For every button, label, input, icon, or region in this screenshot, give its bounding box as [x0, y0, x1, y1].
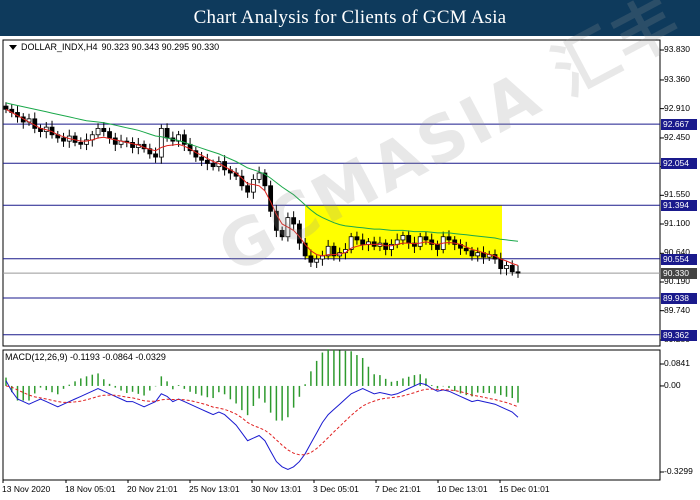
macd-indicator-label: MACD(12,26,9) -0.1193 -0.0864 -0.0329: [5, 352, 166, 362]
page-title: Chart Analysis for Clients of GCM Asia: [193, 7, 507, 28]
candle-body: [354, 236, 360, 241]
candle-body: [475, 252, 481, 257]
time-axis-label: 25 Nov 13:01: [189, 484, 240, 494]
candle-body: [296, 223, 302, 244]
candle-body: [417, 236, 423, 247]
symbol-name: DOLLAR_INDX,H4: [21, 42, 98, 52]
dropdown-triangle-icon[interactable]: [9, 44, 17, 50]
chart-header: Chart Analysis for Clients of GCM Asia: [0, 0, 700, 36]
level-badge: 92.667: [661, 119, 697, 131]
candle-body: [435, 243, 440, 250]
time-axis-label: 13 Nov 2020: [2, 484, 51, 494]
macd-panel-frame: [2, 349, 661, 481]
time-axis-label: 18 Nov 05:01: [65, 484, 116, 494]
ohlc-values: 90.323 90.343 90.295 90.330: [101, 42, 220, 52]
price-axis-label: 92.910: [664, 102, 690, 113]
macd-axis-label: 0.00: [664, 379, 681, 390]
candle-body: [256, 172, 262, 180]
chart-canvas[interactable]: [0, 36, 700, 500]
candle-body: [360, 239, 366, 245]
candle-body: [245, 185, 251, 193]
candle-body: [164, 127, 170, 139]
time-axis-label: 10 Dec 13:01: [437, 484, 488, 494]
candle-body: [107, 131, 112, 139]
candle-body: [112, 137, 118, 145]
candle-body: [504, 265, 509, 270]
candle-body: [204, 159, 210, 164]
candle-body: [101, 127, 107, 132]
candle-body: [158, 127, 164, 158]
candle-body: [95, 127, 101, 136]
level-badge: 90.554: [661, 253, 697, 265]
symbol-info: DOLLAR_INDX,H4 90.323 90.343 90.295 90.3…: [9, 42, 219, 52]
candle-body: [406, 235, 412, 244]
candle-body: [469, 250, 475, 257]
time-axis-label: 15 Dec 01:01: [499, 484, 550, 494]
level-badge: 91.394: [661, 200, 697, 212]
macd-axis-label: 0.0841: [664, 358, 690, 368]
candle-body: [32, 118, 38, 129]
candle-body: [61, 137, 66, 142]
macd-axis-label: -0.3299: [664, 466, 693, 476]
main-panel-frame: [2, 39, 661, 347]
candle-body: [3, 105, 9, 110]
candle-body: [308, 255, 314, 263]
candle-body: [509, 265, 515, 273]
time-axis-label: 20 Nov 21:01: [127, 484, 178, 494]
level-badge: 89.938: [661, 293, 697, 305]
time-axis-label: 3 Dec 05:01: [313, 484, 359, 494]
candle-body: [498, 258, 504, 270]
current-price-badge: 90.330: [661, 268, 697, 280]
candle-body: [153, 153, 158, 158]
candle-body: [199, 156, 204, 161]
price-axis-label: 89.740: [664, 304, 690, 315]
time-axis-label: 7 Dec 21:01: [375, 484, 421, 494]
price-axis-label: 93.360: [664, 73, 690, 84]
candle-body: [279, 229, 285, 238]
candle-body: [446, 236, 452, 241]
price-axis-label: 91.550: [664, 189, 690, 200]
level-badge: 92.054: [661, 158, 697, 170]
level-badge: 89.362: [661, 329, 697, 341]
price-axis-label: 92.450: [664, 131, 690, 142]
candle-body: [383, 242, 389, 250]
candle-body: [463, 247, 469, 252]
candle-body: [291, 217, 297, 225]
candle-body: [515, 271, 521, 274]
candle-body: [78, 142, 84, 145]
candle-body: [210, 163, 216, 168]
candle-body: [423, 236, 429, 241]
time-axis-label: 30 Nov 13:01: [251, 484, 302, 494]
price-axis-label: 93.830: [664, 44, 690, 54]
candle-body: [314, 258, 320, 263]
price-axis-label: 91.100: [664, 218, 690, 228]
candle-body: [250, 178, 256, 193]
candle-body: [400, 235, 406, 241]
